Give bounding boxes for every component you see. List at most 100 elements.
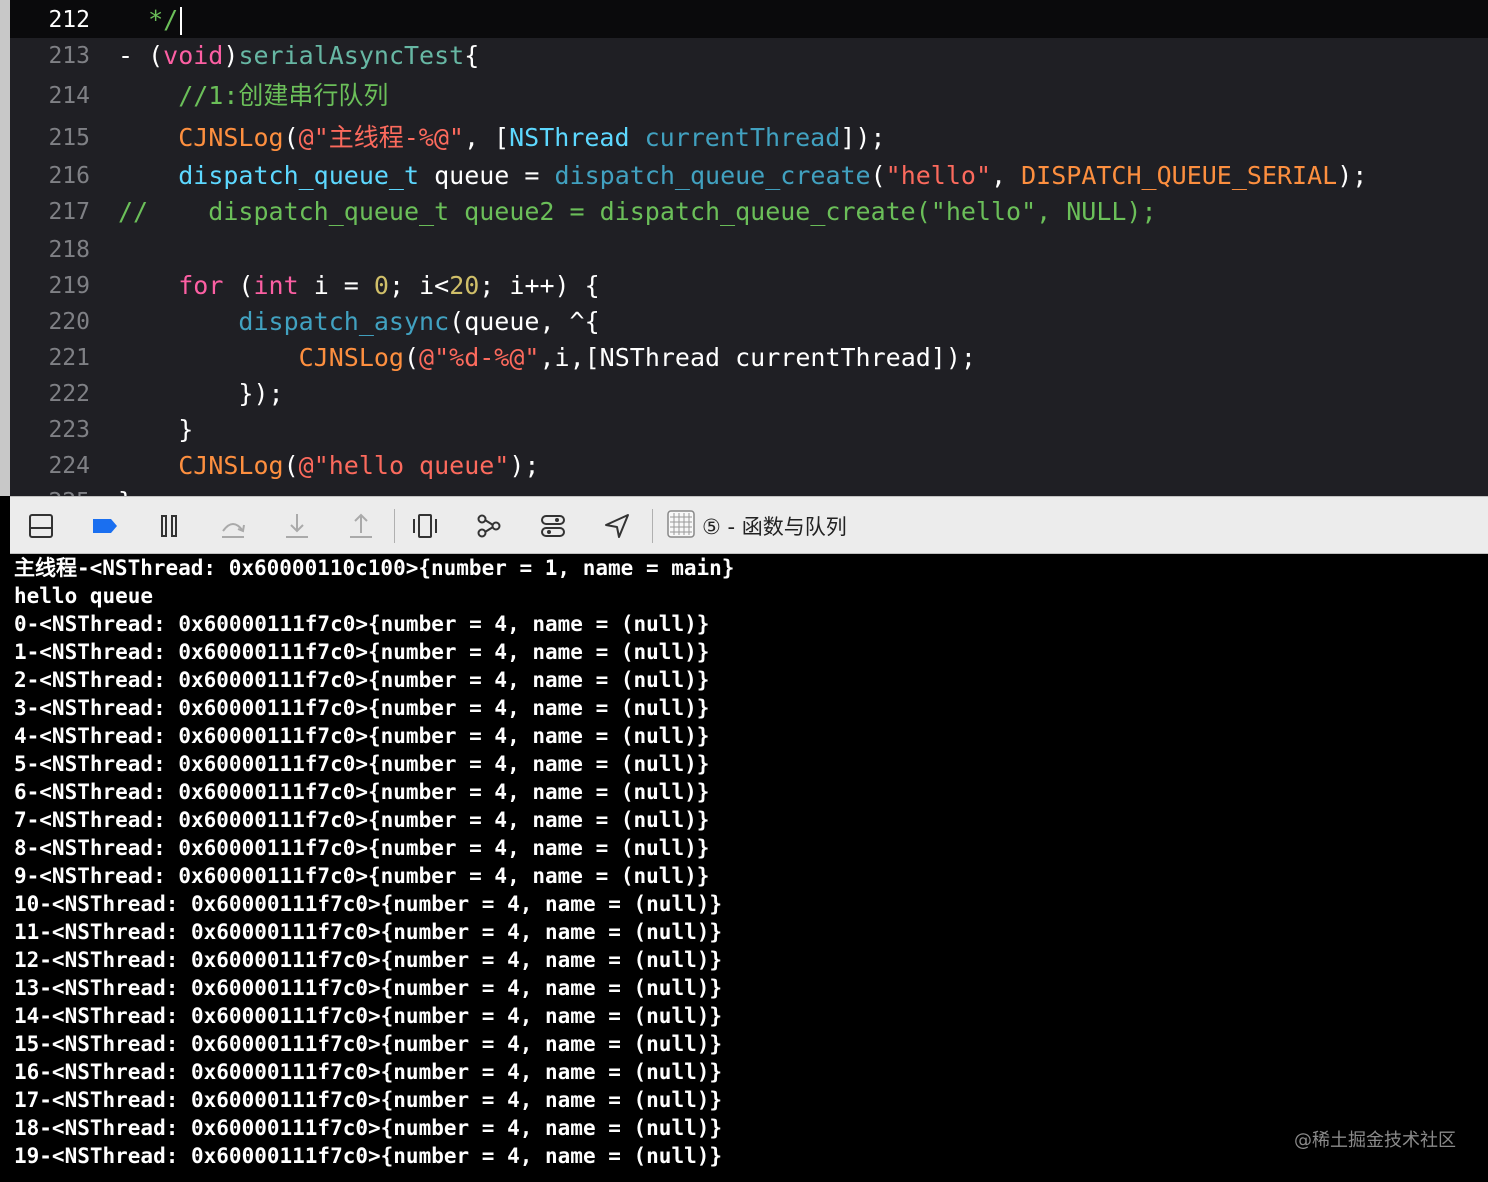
code-token: dispatch_queue_create [554,161,871,190]
code-token: //1:创建串行队列 [118,81,389,110]
code-line[interactable]: 212 */ [10,0,1488,38]
code-token: // dispatch_queue_t queue2 = dispatch_qu… [118,197,1157,226]
code-line[interactable]: 215 CJNSLog(@"主线程-%@", [NSThread current… [10,120,1488,156]
view-hierarchy-icon[interactable] [408,509,442,543]
code-line[interactable]: 222 }); [10,376,1488,412]
console-line: 17-<NSThread: 0x60000111f7c0>{number = 4… [14,1088,723,1112]
code-line[interactable]: 225} [10,484,1488,496]
code-token: } [118,487,133,496]
code-token: */ [118,5,179,34]
code-line[interactable]: 218 [10,232,1488,268]
line-number: 212 [48,7,90,33]
line-number: 221 [48,345,90,371]
toolbar-divider [394,509,395,543]
toolbar-divider [652,509,653,543]
code-token: } [118,415,194,444]
line-number: 220 [48,309,90,335]
code-line[interactable]: 216 dispatch_queue_t queue = dispatch_qu… [10,158,1488,194]
console-line: 3-<NSThread: 0x60000111f7c0>{number = 4,… [14,696,710,720]
code-token: , [ [463,123,510,152]
code-token: serialAsyncTest [238,41,465,70]
code-line[interactable]: 221 CJNSLog(@"%d-%@",i,[NSThread current… [10,340,1488,376]
code-token: CJNSLog [298,343,404,372]
code-line[interactable]: 223 } [10,412,1488,448]
code-token: ( [403,343,420,372]
code-editor[interactable]: 212 */213- (void)serialAsyncTest{214 //1… [0,0,1488,496]
code-token: "hello" [885,161,992,190]
line-number: 218 [48,237,90,263]
step-out-icon[interactable] [344,509,378,543]
line-number: 215 [48,125,90,151]
environment-overrides-icon[interactable] [536,509,570,543]
line-number: 217 [48,199,90,225]
code-text: }); [118,376,284,412]
line-number: 219 [48,273,90,299]
code-line[interactable]: 213 - (void)serialAsyncTest{ [10,38,1488,74]
code-token: ( [870,161,886,190]
console-line: 2-<NSThread: 0x60000111f7c0>{number = 4,… [14,668,710,692]
breadcrumb[interactable]: ⑤ - 函数与队列 [666,507,847,545]
code-line[interactable]: 214 //1:创建串行队列 [10,78,1488,114]
code-token: ( [223,271,254,300]
code-token: ( [283,123,299,152]
code-token: - ( [118,41,164,70]
code-token: queue = [419,161,555,190]
console-line: 6-<NSThread: 0x60000111f7c0>{number = 4,… [14,780,710,804]
code-token: i = [298,271,374,300]
code-line[interactable]: 217 // dispatch_queue_t queue2 = dispatch… [10,194,1488,230]
code-token: }); [118,379,284,408]
code-token: (queue, ^{ [449,307,600,336]
console-line: 13-<NSThread: 0x60000111f7c0>{number = 4… [14,976,723,1000]
console-line: hello queue [14,584,154,608]
code-token: ,i,[NSThread currentThread]); [539,343,976,372]
code-token: { [464,41,480,70]
console-line: 9-<NSThread: 0x60000111f7c0>{number = 4,… [14,864,710,888]
code-token: ); [1337,161,1368,190]
code-line[interactable]: 219 for (int i = 0; i<20; i++) { [10,268,1488,304]
code-text: CJNSLog(@"%d-%@",i,[NSThread currentThre… [118,340,976,376]
debug-toolbar: ⑤ - 函数与队列 [10,496,1488,554]
line-number: 216 [48,163,90,189]
breakpoint-icon[interactable] [88,509,122,543]
line-number: 213 [48,43,90,69]
code-text: //1:创建串行队列 [118,78,388,114]
code-token: currentThread [644,123,841,152]
console-line: 主线程-<NSThread: 0x60000110c100>{number = … [14,556,735,580]
code-token: for [178,271,224,300]
code-token: 0 [373,271,389,300]
code-token: ) [223,41,239,70]
code-token: NSThread [509,123,630,152]
code-token: int [253,271,299,300]
code-text: for (int i = 0; i<20; i++) { [118,268,600,304]
code-token: CJNSLog [178,123,284,152]
panel-toggle-icon[interactable] [24,509,58,543]
console-line: 0-<NSThread: 0x60000111f7c0>{number = 4,… [14,612,710,636]
text-cursor [180,7,183,35]
code-token: DISPATCH_QUEUE_SERIAL [1021,161,1338,190]
code-token: @"hello queue" [298,451,510,480]
code-text: CJNSLog(@"hello queue"); [118,448,539,484]
code-text: } [118,484,133,496]
debug-console-output[interactable]: 主线程-<NSThread: 0x60000110c100>{number = … [10,554,1488,1182]
editor-left-strip [0,0,10,496]
code-text: dispatch_queue_t queue = dispatch_queue_… [118,158,1367,194]
step-into-icon[interactable] [280,509,314,543]
code-token: ; i< [388,271,450,300]
memory-graph-icon[interactable] [472,509,506,543]
console-line: 19-<NSThread: 0x60000111f7c0>{number = 4… [14,1144,723,1168]
console-line: 15-<NSThread: 0x60000111f7c0>{number = 4… [14,1032,723,1056]
code-token: @"%d-%@" [419,343,540,372]
code-line[interactable]: 224 CJNSLog(@"hello queue"); [10,448,1488,484]
breadcrumb-label[interactable]: ⑤ - 函数与队列 [702,511,847,541]
console-line: 12-<NSThread: 0x60000111f7c0>{number = 4… [14,948,723,972]
pause-icon[interactable] [152,509,186,543]
step-over-icon[interactable] [216,509,250,543]
line-number: 214 [48,83,90,109]
code-line[interactable]: 220 dispatch_async(queue, ^{ [10,304,1488,340]
console-line: 18-<NSThread: 0x60000111f7c0>{number = 4… [14,1116,723,1140]
console-line: 11-<NSThread: 0x60000111f7c0>{number = 4… [14,920,723,944]
simulate-location-icon[interactable] [600,509,634,543]
